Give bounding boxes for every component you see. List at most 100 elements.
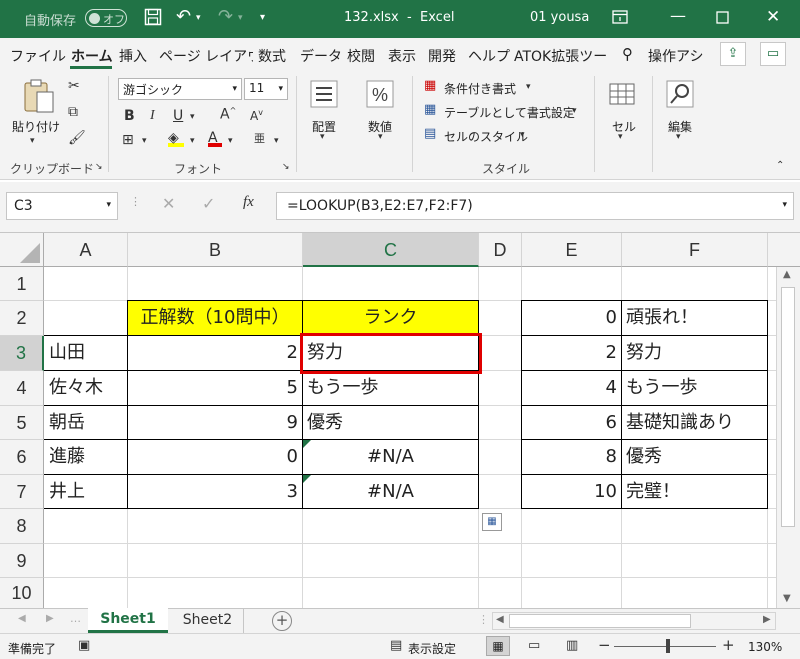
cells-dropdown-icon[interactable]: ▾ <box>618 132 623 142</box>
row-header-8[interactable]: 8 <box>0 509 44 544</box>
tab-home[interactable]: ホーム <box>71 46 113 66</box>
undo-dropdown-icon[interactable]: ▾ <box>196 13 201 23</box>
font-launcher-icon[interactable]: ↘ <box>282 162 290 172</box>
fill-dropdown-icon[interactable]: ▾ <box>190 136 195 146</box>
undo-icon[interactable]: ↶ <box>176 6 191 27</box>
number-dropdown-icon[interactable]: ▾ <box>378 132 383 142</box>
tab-atok[interactable]: ATOK拡張ツー <box>514 46 610 66</box>
cell-styles-button[interactable]: セルのスタイル <box>444 128 528 145</box>
cell-e4[interactable]: 4 <box>522 371 621 405</box>
format-painter-icon[interactable]: 🖌 <box>68 130 86 146</box>
row-header-3[interactable]: 3 <box>0 336 44 371</box>
cell-b4[interactable]: 5 <box>128 371 302 405</box>
share-icon[interactable]: ⇪ <box>720 42 746 66</box>
row-header-1[interactable]: 1 <box>0 267 44 301</box>
column-header-d[interactable]: D <box>479 233 522 267</box>
normal-view-icon[interactable]: ▦ <box>486 636 510 656</box>
column-header-b[interactable]: B <box>128 233 303 267</box>
tab-file[interactable]: ファイル <box>10 46 66 66</box>
cut-icon[interactable]: ✂ <box>68 78 80 94</box>
chevron-down-icon[interactable]: ▾ <box>572 106 577 116</box>
horizontal-scrollbar[interactable]: ◀ ▶ <box>492 612 776 630</box>
select-all-button[interactable] <box>0 233 44 267</box>
font-name-select[interactable]: 游ゴシック ▾ <box>118 78 242 100</box>
cell-b2[interactable]: 正解数（10問中） <box>128 301 302 335</box>
minimize-icon[interactable]: — <box>670 6 686 25</box>
zoom-out-icon[interactable]: − <box>598 636 611 654</box>
column-header-g[interactable] <box>768 233 800 267</box>
scrollbar-thumb[interactable] <box>509 614 691 628</box>
insert-function-icon[interactable]: fx <box>243 194 254 211</box>
redo-dropdown-icon[interactable]: ▾ <box>238 13 243 23</box>
search-icon[interactable]: ⚲ <box>622 45 633 63</box>
chevron-down-icon[interactable]: ▾ <box>520 130 525 140</box>
row-header-10[interactable]: 10 <box>0 578 44 609</box>
border-dropdown-icon[interactable]: ▾ <box>142 136 147 146</box>
cell-e5[interactable]: 6 <box>522 406 621 439</box>
clipboard-launcher-icon[interactable]: ↘ <box>95 162 103 172</box>
cell-f7[interactable]: 完璧！ <box>622 475 767 508</box>
italic-icon[interactable]: I <box>150 108 155 124</box>
cell-a6[interactable]: 進藤 <box>45 440 127 474</box>
tab-insert[interactable]: 挿入 <box>119 46 147 66</box>
chevron-down-icon[interactable]: ▾ <box>526 82 531 92</box>
row-header-4[interactable]: 4 <box>0 371 44 406</box>
display-settings-button[interactable]: 表示設定 <box>408 640 456 657</box>
cancel-icon[interactable]: ✕ <box>162 194 175 213</box>
underline-dropdown-icon[interactable]: ▾ <box>190 112 195 122</box>
zoom-slider-thumb[interactable] <box>666 639 670 653</box>
number-format-icon[interactable]: % <box>366 80 394 115</box>
error-indicator-icon[interactable] <box>303 440 311 448</box>
cell-a5[interactable]: 朝岳 <box>45 406 127 439</box>
editing-dropdown-icon[interactable]: ▾ <box>676 132 681 142</box>
name-box[interactable]: C3 ▾ <box>6 192 118 220</box>
scroll-down-icon[interactable]: ▼ <box>783 593 791 604</box>
underline-icon[interactable]: U <box>173 108 183 124</box>
row-header-9[interactable]: 9 <box>0 544 44 578</box>
tab-split-handle-icon[interactable]: ⋮ <box>478 613 489 626</box>
collapse-ribbon-icon[interactable]: ⌃ <box>776 160 784 171</box>
cell-c4[interactable]: もう一歩 <box>303 371 478 405</box>
cell-b7[interactable]: 3 <box>128 475 302 508</box>
cell-styles-icon[interactable]: ▤ <box>424 126 436 141</box>
font-size-select[interactable]: 11 ▾ <box>244 78 288 100</box>
phonetic-dropdown-icon[interactable]: ▾ <box>274 136 279 146</box>
sheet-tab-sheet2[interactable]: Sheet2 <box>172 609 244 633</box>
font-color-dropdown-icon[interactable]: ▾ <box>228 136 233 146</box>
macro-record-icon[interactable]: ▣ <box>78 638 90 653</box>
zoom-slider[interactable] <box>614 646 716 647</box>
cell-a4[interactable]: 佐々木 <box>45 371 127 405</box>
column-header-e[interactable]: E <box>522 233 622 267</box>
tell-me-search[interactable]: 操作アシ <box>648 46 706 66</box>
increase-font-icon[interactable]: A^ <box>220 106 236 123</box>
cell-f4[interactable]: もう一歩 <box>622 371 767 405</box>
cell-b5[interactable]: 9 <box>128 406 302 439</box>
cell-e3[interactable]: 2 <box>522 336 621 370</box>
cell-e2[interactable]: 0 <box>522 301 621 335</box>
cell-b3[interactable]: 2 <box>128 336 302 370</box>
cell-e7[interactable]: 10 <box>522 475 621 508</box>
cell-f5[interactable]: 基礎知識あり <box>622 406 767 439</box>
cell-c5[interactable]: 優秀 <box>303 406 478 439</box>
decrease-font-icon[interactable]: Av <box>250 108 263 123</box>
tab-data[interactable]: データ <box>300 46 342 66</box>
border-icon[interactable]: ⊞ <box>122 132 134 148</box>
cells-label[interactable]: セル <box>612 118 636 135</box>
column-header-a[interactable]: A <box>44 233 128 267</box>
auto-fill-options-icon[interactable]: ▦ <box>482 513 502 531</box>
customize-toolbar-icon[interactable]: ▾ <box>260 12 265 23</box>
cell-a7[interactable]: 井上 <box>45 475 127 508</box>
alignment-dropdown-icon[interactable]: ▾ <box>320 132 325 142</box>
font-color-icon[interactable]: A <box>208 130 222 147</box>
scroll-left-icon[interactable]: ◀ <box>496 614 504 625</box>
editing-search-icon[interactable] <box>666 80 694 115</box>
formula-input[interactable]: =LOOKUP(B3,E2:E7,F2:F7) ▾ <box>276 192 794 220</box>
tab-view[interactable]: 表示 <box>388 46 416 66</box>
tab-developer[interactable]: 開発 <box>428 46 456 66</box>
tab-page-layout[interactable]: ページ レイアウト <box>159 46 253 66</box>
redo-icon[interactable]: ↷ <box>218 6 233 27</box>
scroll-right-icon[interactable]: ▶ <box>763 614 771 625</box>
row-header-6[interactable]: 6 <box>0 440 44 475</box>
display-settings-icon[interactable]: ▤ <box>390 638 402 653</box>
scroll-up-icon[interactable]: ▲ <box>783 269 791 280</box>
